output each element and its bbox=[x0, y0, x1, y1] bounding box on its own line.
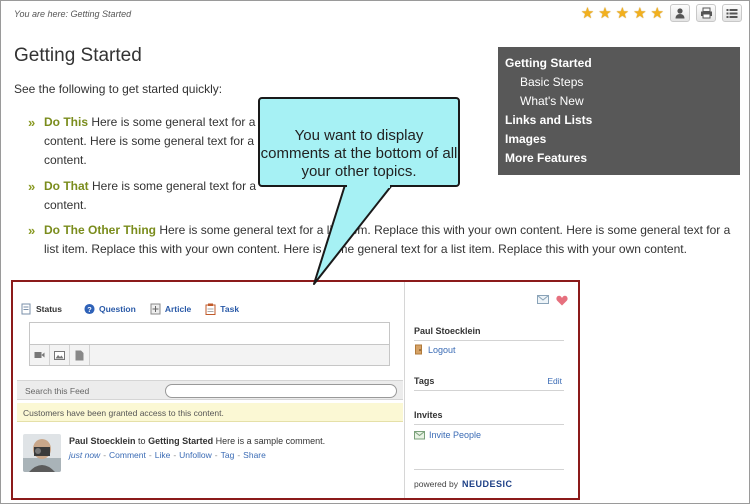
intro-text: See the following to get started quickly… bbox=[14, 82, 223, 96]
user-icon bbox=[675, 8, 685, 19]
rating-star-icon[interactable]: ★ bbox=[633, 5, 646, 22]
rating-star-icon[interactable]: ★ bbox=[581, 5, 594, 22]
feed-search-input[interactable] bbox=[165, 384, 397, 398]
question-icon: ? bbox=[84, 303, 95, 315]
rating-star-icon[interactable]: ★ bbox=[598, 5, 611, 22]
door-icon bbox=[415, 344, 422, 355]
comment-action-unfollow[interactable]: Unfollow bbox=[179, 450, 212, 460]
list-item-term: Do That bbox=[44, 179, 89, 193]
comment-action-share[interactable]: Share bbox=[243, 450, 266, 460]
topic-toolbar: ★ ★ ★ ★ ★ bbox=[581, 4, 742, 22]
avatar[interactable] bbox=[23, 434, 61, 472]
tab-status[interactable]: Status bbox=[21, 303, 62, 315]
composer-toolbar bbox=[29, 344, 390, 366]
tags-section: Tags Edit bbox=[414, 376, 564, 391]
feed-search-bar: Search this Feed bbox=[17, 380, 403, 400]
image-button[interactable] bbox=[50, 345, 70, 365]
toc-item-more-features[interactable]: More Features bbox=[505, 149, 733, 168]
invites-section: Invites bbox=[414, 410, 564, 425]
profile-pane: Paul Stoecklein Logout Tags Edit Invites… bbox=[405, 282, 578, 498]
user-button[interactable] bbox=[670, 4, 690, 22]
menu-icon bbox=[726, 8, 738, 18]
comment-author[interactable]: Paul Stoecklein bbox=[69, 436, 136, 446]
invite-mail-icon bbox=[414, 431, 425, 440]
toc-item-getting-started[interactable]: Getting Started bbox=[505, 54, 733, 73]
mini-toc: Getting Started Basic Steps What's New L… bbox=[498, 47, 740, 175]
logout-link[interactable]: Logout bbox=[414, 344, 456, 355]
chevron-icon: » bbox=[28, 179, 36, 194]
tab-label: Status bbox=[36, 304, 62, 314]
status-icon bbox=[21, 303, 31, 315]
comment-connector: to bbox=[138, 436, 146, 446]
access-notice: Customers have been granted access to th… bbox=[17, 403, 403, 422]
file-icon bbox=[75, 350, 84, 360]
svg-text:?: ? bbox=[87, 305, 92, 314]
feed-search-label: Search this Feed bbox=[25, 386, 90, 396]
feed-embed: Status ? Question Article Task Search th… bbox=[11, 280, 580, 500]
toc-item-images[interactable]: Images bbox=[505, 130, 733, 149]
invites-label: Invites bbox=[414, 410, 443, 420]
invite-people-link[interactable]: Invite People bbox=[414, 430, 481, 440]
tab-label: Question bbox=[98, 304, 136, 314]
post-type-tabs: Status ? Question Article Task bbox=[21, 303, 239, 315]
access-notice-text: Customers have been granted access to th… bbox=[23, 408, 224, 418]
video-icon bbox=[34, 352, 45, 358]
comment-text: Here is a sample comment. bbox=[215, 436, 326, 446]
print-icon bbox=[700, 7, 712, 19]
callout-bubble: You want to display comments at the bott… bbox=[258, 97, 460, 187]
page-title: Getting Started bbox=[14, 45, 142, 66]
article-icon bbox=[150, 303, 161, 315]
tab-label: Article bbox=[164, 304, 192, 314]
edit-tags-link[interactable]: Edit bbox=[547, 376, 562, 386]
heart-icon[interactable] bbox=[556, 295, 568, 306]
list-item-term: Do This bbox=[44, 115, 88, 129]
menu-button[interactable] bbox=[722, 4, 742, 22]
tab-article[interactable]: Article bbox=[150, 303, 191, 315]
feed-pane: Status ? Question Article Task Search th… bbox=[13, 282, 405, 498]
tab-label: Task bbox=[220, 304, 240, 314]
breadcrumb: You are here: Getting Started bbox=[14, 9, 132, 19]
toc-item-links-and-lists[interactable]: Links and Lists bbox=[505, 111, 733, 130]
rating-star-icon[interactable]: ★ bbox=[616, 5, 629, 22]
file-button[interactable] bbox=[70, 345, 90, 365]
comment-action-like[interactable]: Like bbox=[155, 450, 171, 460]
list-item-text: content. Here is some general text for a bbox=[44, 134, 255, 148]
comment-actions: just now - Comment - Like - Unfollow - Tag - Share bbox=[69, 450, 266, 460]
image-icon bbox=[54, 350, 65, 360]
tab-question[interactable]: ? Question bbox=[84, 303, 136, 315]
comment-topic[interactable]: Getting Started bbox=[148, 436, 213, 446]
invite-people-label: Invite People bbox=[429, 430, 482, 440]
powered-by: powered by NEUDESIC bbox=[414, 469, 564, 489]
logout-label: Logout bbox=[428, 344, 456, 355]
tab-task[interactable]: Task bbox=[205, 303, 239, 315]
chevron-icon: » bbox=[28, 115, 36, 130]
comment-action-comment[interactable]: Comment bbox=[109, 450, 146, 460]
list-item-text: Here is some general text for a bbox=[92, 179, 257, 193]
comment-action-tag[interactable]: Tag bbox=[221, 450, 235, 460]
neudesic-logo[interactable]: NEUDESIC bbox=[462, 479, 513, 489]
profile-name: Paul Stoecklein bbox=[414, 326, 564, 341]
task-icon bbox=[205, 303, 216, 315]
tags-label: Tags bbox=[414, 376, 435, 386]
chevron-icon: » bbox=[28, 223, 36, 238]
comment-item: Paul Stoecklein to Getting Started Here … bbox=[21, 433, 401, 473]
toc-item-basic-steps[interactable]: Basic Steps bbox=[505, 73, 733, 92]
comment-header: Paul Stoecklein to Getting Started Here … bbox=[69, 436, 325, 446]
print-button[interactable] bbox=[696, 4, 716, 22]
comment-timestamp: just now bbox=[69, 450, 101, 460]
mail-icon[interactable] bbox=[537, 295, 549, 304]
list-item-text: Here is some general text for a bbox=[91, 115, 256, 129]
list-item-text: list item. Replace this with your own co… bbox=[44, 242, 687, 256]
toc-item-whats-new[interactable]: What's New bbox=[505, 92, 733, 111]
list-item-term: Do The Other Thing bbox=[44, 223, 156, 237]
powered-by-label: powered by bbox=[414, 479, 458, 489]
rating-star-icon[interactable]: ★ bbox=[651, 5, 664, 22]
list-item-text: content. bbox=[44, 153, 87, 167]
list-item-text: Here is some general text for a list ite… bbox=[159, 223, 731, 237]
video-button[interactable] bbox=[30, 345, 50, 365]
list-item-text: content. bbox=[44, 198, 87, 212]
profile-actions bbox=[537, 295, 568, 306]
